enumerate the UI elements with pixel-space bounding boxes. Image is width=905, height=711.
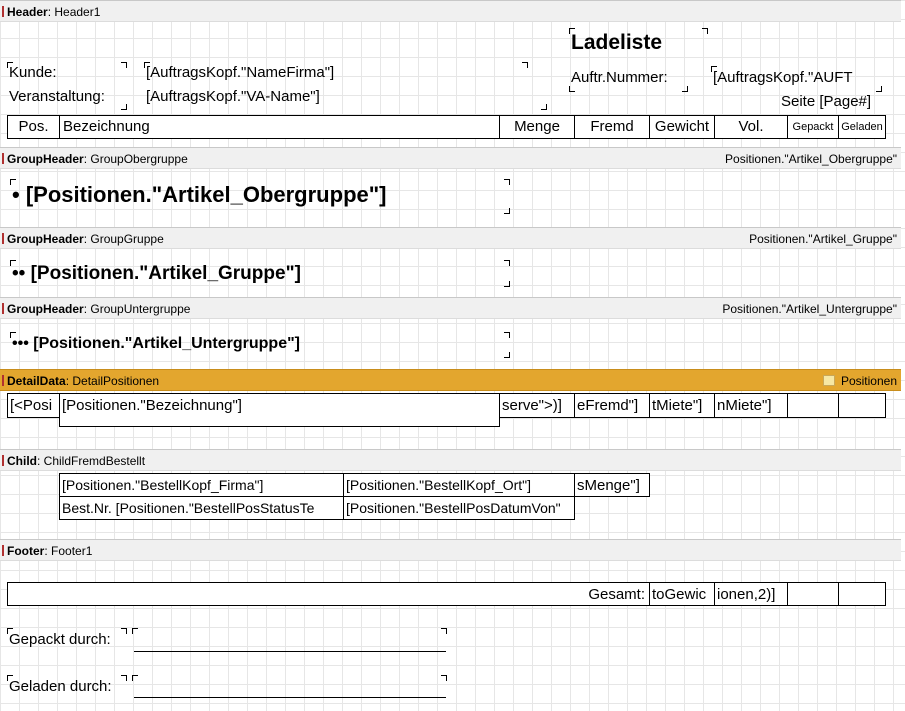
selection-corner (504, 179, 510, 185)
detail-geladen-field[interactable] (838, 393, 886, 418)
detail-gewicht-field[interactable]: tMiete"] (649, 393, 715, 418)
selection-corner (504, 208, 510, 214)
selection-corner (702, 28, 708, 34)
datasource-icon (822, 375, 835, 386)
band-datasource: Positionen (840, 374, 897, 388)
detail-bezeichnung-field[interactable]: [Positionen."Bezeichnung"] (59, 393, 500, 427)
group-untergruppe-band-caption[interactable]: GroupHeader: GroupUntergruppe Positionen… (0, 297, 901, 319)
detail-pos-field[interactable]: [<Posi (7, 393, 60, 418)
band-name: ChildFremdBestellt (43, 454, 146, 468)
selection-corner (10, 179, 16, 185)
selection-corner (7, 675, 13, 681)
band-kind: Footer (7, 544, 45, 558)
col-header-pos[interactable]: Pos. (7, 115, 60, 139)
detail-fremd-field[interactable]: eFremd"] (574, 393, 650, 418)
selection-corner (569, 86, 575, 92)
child-band-caption[interactable]: Child: ChildFremdBestellt (0, 449, 901, 471)
kunde-value[interactable]: [AuftragsKopf."NameFirma"] (146, 64, 334, 81)
selection-corner (121, 104, 127, 110)
selection-corner (682, 86, 688, 92)
group-obergruppe-band-caption[interactable]: GroupHeader: GroupObergruppe Positionen.… (0, 147, 901, 169)
footer-gewicht-sum[interactable]: toGewic (649, 582, 715, 606)
col-header-fremd[interactable]: Fremd (574, 115, 650, 139)
gruppe-field[interactable]: •• [Positionen."Artikel_Gruppe"] (12, 263, 301, 285)
group-gruppe-band-caption[interactable]: GroupHeader: GroupGruppe Positionen."Art… (0, 227, 901, 249)
child-firma-field[interactable]: [Positionen."BestellKopf_Firma"] (59, 473, 344, 497)
band-name: Footer1 (51, 544, 93, 558)
col-header-vol[interactable]: Vol. (714, 115, 788, 139)
selection-corner (144, 62, 150, 68)
gepackt-signature-line[interactable] (134, 651, 446, 652)
footer-geladen-cell[interactable] (838, 582, 886, 606)
selection-corner (132, 628, 138, 634)
kunde-label[interactable]: Kunde: (9, 64, 57, 81)
selection-corner (711, 66, 717, 72)
footer-band-caption[interactable]: Footer: Footer1 (0, 539, 901, 561)
child-bestnr-field[interactable]: Best.Nr. [Positionen."BestellPosStatusTe (59, 496, 344, 520)
selection-corner (121, 628, 127, 634)
report-title[interactable]: Ladeliste (571, 31, 662, 55)
band-name: Header1 (54, 5, 101, 19)
veranstaltung-value[interactable]: [AuftragsKopf."VA-Name"] (146, 88, 320, 105)
footer-vol-sum[interactable]: ionen,2)] (714, 582, 788, 606)
selection-corner (541, 104, 547, 110)
band-condition: Positionen."Artikel_Gruppe" (749, 232, 897, 246)
footer-gepackt-cell[interactable] (787, 582, 839, 606)
selection-corner (7, 62, 13, 68)
col-header-bezeichnung[interactable]: Bezeichnung (59, 115, 500, 139)
detail-gepackt-field[interactable] (787, 393, 839, 418)
gepackt-durch-label[interactable]: Gepackt durch: (9, 631, 111, 648)
detail-menge-field[interactable]: serve">)] (499, 393, 575, 418)
detail-band-caption[interactable]: DetailData: DetailPositionen Positionen (0, 369, 901, 391)
col-header-gepackt[interactable]: Gepackt (787, 115, 839, 139)
selection-corner (569, 28, 575, 34)
band-kind: Child (7, 454, 37, 468)
veranstaltung-label[interactable]: Veranstaltung: (9, 88, 105, 105)
band-name: GroupGruppe (90, 232, 164, 246)
col-header-geladen[interactable]: Geladen (838, 115, 886, 139)
band-condition: Positionen."Artikel_Obergruppe" (725, 152, 897, 166)
untergruppe-field[interactable]: ••• [Positionen."Artikel_Untergruppe"] (12, 335, 300, 353)
selection-corner (504, 352, 510, 358)
selection-corner (10, 260, 16, 266)
header-band-caption[interactable]: Header: Header1 (0, 0, 901, 22)
selection-corner (121, 62, 127, 68)
selection-corner (522, 62, 528, 68)
detail-vol-field[interactable]: nMiete"] (714, 393, 788, 418)
band-kind: GroupHeader (7, 152, 84, 166)
auftragsnummer-value[interactable]: [AuftragsKopf."AUFT (713, 69, 877, 86)
band-kind: Header (7, 5, 48, 19)
col-header-menge[interactable]: Menge (499, 115, 575, 139)
selection-corner (876, 86, 882, 92)
child-menge-field[interactable]: sMenge"] (574, 473, 650, 497)
selection-corner (132, 675, 138, 681)
footer-gesamt-label[interactable]: Gesamt: (7, 582, 650, 606)
geladen-durch-label[interactable]: Geladen durch: (9, 678, 112, 695)
band-name: DetailPositionen (72, 374, 160, 388)
child-ort-field[interactable]: [Positionen."BestellKopf_Ort"] (343, 473, 575, 497)
selection-corner (441, 628, 447, 634)
selection-corner (7, 628, 13, 634)
band-kind: DetailData (7, 374, 66, 388)
selection-corner (504, 281, 510, 287)
selection-corner (121, 675, 127, 681)
auftragsnummer-label[interactable]: Auftr.Nummer: (571, 69, 668, 86)
geladen-signature-line[interactable] (134, 697, 446, 698)
band-name: GroupUntergruppe (90, 302, 191, 316)
obergruppe-field[interactable]: • [Positionen."Artikel_Obergruppe"] (12, 182, 387, 208)
band-name: GroupObergruppe (90, 152, 188, 166)
page-number[interactable]: Seite [Page#] (781, 93, 871, 110)
child-datum-field[interactable]: [Positionen."BestellPosDatumVon" (343, 496, 575, 520)
band-kind: GroupHeader (7, 302, 84, 316)
band-kind: GroupHeader (7, 232, 84, 246)
band-condition: Positionen."Artikel_Untergruppe" (722, 302, 897, 316)
selection-corner (441, 675, 447, 681)
col-header-gewicht[interactable]: Gewicht (649, 115, 715, 139)
selection-corner (504, 260, 510, 266)
selection-corner (10, 332, 16, 338)
selection-corner (504, 332, 510, 338)
